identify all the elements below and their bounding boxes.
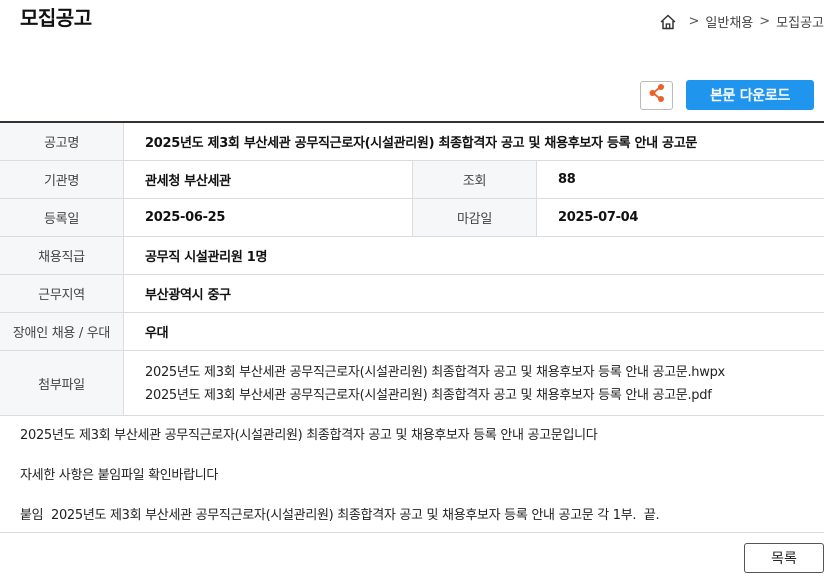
attachment-list: 2025년도 제3회 부산세관 공무직근로자(시설관리원) 최종합격자 공고 및… <box>123 350 824 416</box>
body-paragraph: 자세한 사항은 붙임파일 확인바랍니다 <box>20 468 219 483</box>
reg-date-label: 등록일 <box>0 198 124 237</box>
org-label: 기관명 <box>0 160 124 199</box>
breadcrumb-separator: > <box>688 14 700 29</box>
region-value: 부산광역시 중구 <box>123 274 824 313</box>
table-row: 근무지역 부산광역시 중구 <box>0 274 824 313</box>
title-label: 공고명 <box>0 122 124 161</box>
table-row: 채용직급 공무직 시설관리원 1명 <box>0 236 824 275</box>
breadcrumb-item-recruit-notice[interactable]: 모집공고 <box>776 12 824 31</box>
breadcrumb: > 일반채용 > 모집공고 <box>659 12 824 31</box>
table-row: 등록일 2025-06-25 마감일 2025-07-04 <box>0 198 824 237</box>
page-title: 모집공고 <box>20 6 92 30</box>
rank-label: 채용직급 <box>0 236 124 275</box>
views-label: 조회 <box>412 160 537 199</box>
table-row: 첨부파일 2025년도 제3회 부산세관 공무직근로자(시설관리원) 최종합격자… <box>0 350 824 416</box>
title-value: 2025년도 제3회 부산세관 공무직근로자(시설관리원) 최종합격자 공고 및… <box>123 122 824 161</box>
home-icon[interactable] <box>659 13 677 31</box>
body-paragraph: 2025년도 제3회 부산세관 공무직근로자(시설관리원) 최종합격자 공고 및… <box>20 428 598 443</box>
download-body-button[interactable]: 본문 다운로드 <box>686 80 814 110</box>
views-value: 88 <box>536 160 824 199</box>
toolbar: 본문 다운로드 <box>640 80 814 110</box>
disabled-hire-label: 장애인 채용 / 우대 <box>0 312 124 351</box>
divider <box>0 532 824 533</box>
table-row: 기관명 관세청 부산세관 조회 88 <box>0 160 824 199</box>
notice-body: 2025년도 제3회 부산세관 공무직근로자(시설관리원) 최종합격자 공고 및… <box>20 426 660 526</box>
table-row: 공고명 2025년도 제3회 부산세관 공무직근로자(시설관리원) 최종합격자 … <box>0 122 824 161</box>
region-label: 근무지역 <box>0 274 124 313</box>
breadcrumb-item-general-recruit[interactable]: 일반채용 <box>705 12 753 31</box>
attachment-link-hwpx[interactable]: 2025년도 제3회 부산세관 공무직근로자(시설관리원) 최종합격자 공고 및… <box>145 361 824 384</box>
reg-date-value: 2025-06-25 <box>123 198 413 237</box>
share-button[interactable] <box>640 80 673 110</box>
list-button[interactable]: 목록 <box>744 543 824 573</box>
deadline-value: 2025-07-04 <box>536 198 824 237</box>
share-icon <box>648 83 666 107</box>
deadline-label: 마감일 <box>412 198 537 237</box>
table-row: 장애인 채용 / 우대 우대 <box>0 312 824 351</box>
breadcrumb-separator: > <box>759 14 771 29</box>
disabled-hire-value: 우대 <box>123 312 824 351</box>
attachment-link-pdf[interactable]: 2025년도 제3회 부산세관 공무직근로자(시설관리원) 최종합격자 공고 및… <box>145 384 824 407</box>
attachment-label: 첨부파일 <box>0 350 124 416</box>
org-value: 관세청 부산세관 <box>123 160 413 199</box>
rank-value: 공무직 시설관리원 1명 <box>123 236 824 275</box>
notice-info-table: 공고명 2025년도 제3회 부산세관 공무직근로자(시설관리원) 최종합격자 … <box>0 121 824 416</box>
body-paragraph: 붙임 2025년도 제3회 부산세관 공무직근로자(시설관리원) 최종합격자 공… <box>20 508 660 523</box>
